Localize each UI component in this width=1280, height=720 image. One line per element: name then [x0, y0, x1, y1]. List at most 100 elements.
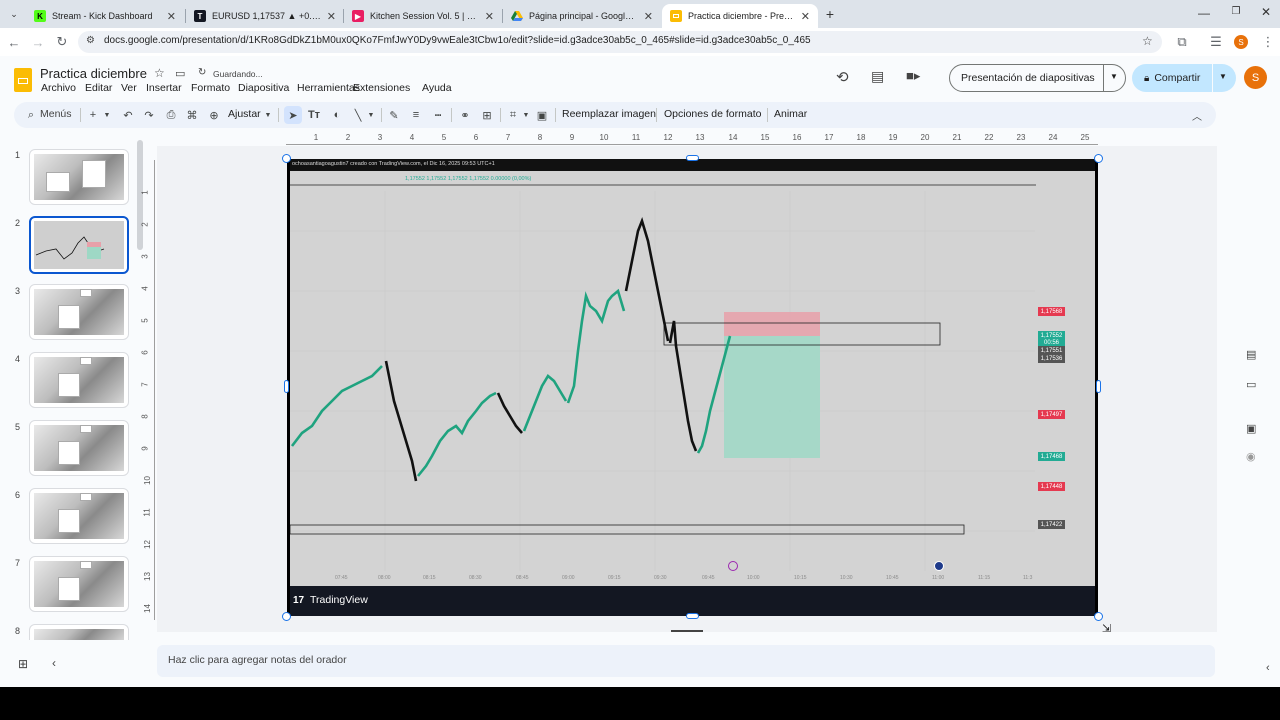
close-icon[interactable]: ✕: [801, 10, 810, 23]
chevron-down-icon[interactable]: ▼: [521, 106, 531, 124]
chevron-down-icon[interactable]: ▼: [263, 106, 273, 124]
paint-format-icon[interactable]: ⌘: [184, 106, 200, 124]
zoom-icon[interactable]: ⊕: [206, 106, 222, 124]
crop-icon[interactable]: ⌗: [505, 106, 521, 124]
border-weight-icon[interactable]: ≡: [408, 106, 424, 124]
browser-tab-slides[interactable]: Practica diciembre - Presentac ✕: [662, 4, 818, 28]
speaker-notes-field[interactable]: Haz clic para agregar notas del orador: [157, 645, 1215, 677]
restore-window-button[interactable]: ❐: [1228, 6, 1244, 22]
text-box-icon[interactable]: Tт: [306, 106, 322, 124]
google-slides-logo[interactable]: [14, 68, 32, 92]
close-icon[interactable]: ✕: [644, 10, 653, 23]
slide-thumbnail[interactable]: [29, 149, 129, 205]
slide-thumbnail[interactable]: [29, 556, 129, 612]
notes-resize-handle[interactable]: [671, 630, 703, 632]
print-icon[interactable]: ⎙: [163, 106, 179, 124]
close-icon[interactable]: ✕: [167, 10, 176, 23]
tab-search-button[interactable]: ⌄: [6, 6, 22, 22]
browser-tab-drive[interactable]: Página principal - Google Drive ✕: [503, 4, 661, 28]
undo-icon[interactable]: ↶: [120, 106, 136, 124]
grid-view-icon[interactable]: ⊞: [18, 657, 28, 671]
chart-screenshot-image[interactable]: 1,17552 1,17552 1,17552 1,17552 0.00000 …: [290, 171, 1095, 586]
bookmark-star-icon[interactable]: ☆: [1142, 34, 1153, 48]
keep-notes-icon[interactable]: ▤: [1246, 348, 1256, 361]
vertical-ruler[interactable]: 1 2 3 4 5 6 7 8 9 10 11 12 13 14: [141, 160, 155, 620]
slide-thumbnail[interactable]: [29, 624, 129, 640]
new-tab-button[interactable]: +: [822, 6, 838, 22]
menu-ayuda[interactable]: Ayuda: [422, 82, 452, 94]
slide-thumbnail[interactable]: [29, 284, 129, 340]
menu-archivo[interactable]: Archivo: [41, 82, 76, 94]
border-dash-icon[interactable]: ┅: [430, 106, 446, 124]
chevron-down-icon[interactable]: ▼: [1110, 72, 1118, 81]
version-history-icon[interactable]: ⟲: [836, 68, 849, 86]
browser-tab-kick[interactable]: K Stream - Kick Dashboard ✕: [26, 4, 184, 28]
border-color-icon[interactable]: ✎: [386, 106, 402, 124]
search-menus-icon[interactable]: ⌕: [24, 106, 38, 124]
menu-extensiones[interactable]: Extensiones: [353, 82, 410, 94]
resize-handle-bottom-right[interactable]: [1094, 612, 1103, 621]
menu-diapositiva[interactable]: Diapositiva: [238, 82, 289, 94]
back-arrow-icon[interactable]: ←: [4, 32, 24, 52]
collapse-filmstrip-icon[interactable]: ‹: [52, 656, 56, 670]
close-icon[interactable]: ✕: [327, 10, 336, 23]
horizontal-ruler[interactable]: 1 2 3 4 5 6 7 8 9 10 11 12 13 14 15 16 1…: [286, 133, 1098, 145]
replace-image-button[interactable]: Reemplazar imagen: [562, 108, 656, 120]
resize-handle-top[interactable]: [686, 155, 699, 161]
share-button[interactable]: 🔒︎ Compartir ▼: [1132, 64, 1236, 92]
document-title[interactable]: Practica diciembre: [40, 66, 147, 81]
resize-handle-right[interactable]: [1096, 380, 1101, 393]
shape-icon[interactable]: ◐: [329, 106, 345, 124]
move-folder-icon[interactable]: ▭: [175, 67, 185, 80]
resize-handle-bottom-left[interactable]: [282, 612, 291, 621]
slide-thumbnail[interactable]: [29, 420, 129, 476]
menu-insertar[interactable]: Insertar: [146, 82, 182, 94]
add-comment-icon[interactable]: ⊞: [479, 106, 495, 124]
resize-handle-top-left[interactable]: [282, 154, 291, 163]
browser-menu-icon[interactable]: ⋮: [1258, 32, 1278, 52]
animate-button[interactable]: Animar: [774, 108, 807, 120]
maps-icon[interactable]: ◉: [1246, 450, 1256, 463]
chevron-down-icon[interactable]: ▼: [366, 106, 376, 124]
browser-tab-tradingview[interactable]: T EURUSD 1,17537 ▲ +0.01% Sin ✕: [186, 4, 344, 28]
slideshow-button[interactable]: Presentación de diapositivas ▼: [949, 64, 1126, 92]
close-window-button[interactable]: ✕: [1258, 5, 1274, 21]
comments-icon[interactable]: ▤: [871, 68, 884, 85]
slide-thumbnail-selected[interactable]: [29, 216, 129, 274]
resize-handle-left[interactable]: [284, 380, 289, 393]
expand-side-panel-icon[interactable]: ‹: [1266, 662, 1270, 674]
site-info-icon[interactable]: ⚙: [86, 35, 95, 46]
chevron-down-icon[interactable]: ▼: [1219, 72, 1227, 81]
minimize-window-button[interactable]: —: [1196, 6, 1212, 22]
menu-editar[interactable]: Editar: [85, 82, 112, 94]
browser-tab-youtube[interactable]: ▶ Kitchen Session Vol. 5 | Fre ✕: [344, 4, 502, 28]
new-slide-icon[interactable]: +: [86, 106, 100, 124]
close-icon[interactable]: ✕: [485, 10, 494, 23]
resize-handle-top-right[interactable]: [1094, 154, 1103, 163]
folder-icon[interactable]: ▭: [1246, 378, 1256, 391]
forward-arrow-icon[interactable]: →: [28, 32, 48, 52]
slide-thumbnail[interactable]: [29, 352, 129, 408]
chevron-up-icon[interactable]: ︿: [1190, 106, 1204, 124]
select-cursor-icon[interactable]: ➤: [284, 106, 302, 124]
reading-list-icon[interactable]: ☰: [1206, 32, 1226, 52]
search-menus-label[interactable]: Menús: [40, 108, 72, 120]
reset-image-icon[interactable]: ▣: [534, 106, 550, 124]
zoom-select[interactable]: Ajustar: [228, 108, 261, 120]
slide-thumbnail[interactable]: [29, 488, 129, 544]
menu-ver[interactable]: Ver: [121, 82, 137, 94]
menu-herramientas[interactable]: Herramientas: [297, 82, 360, 94]
profile-avatar[interactable]: S: [1234, 35, 1248, 49]
star-icon[interactable]: ☆: [154, 66, 165, 80]
meet-camera-icon[interactable]: ■▸: [906, 68, 920, 84]
redo-icon[interactable]: ↷: [141, 106, 157, 124]
account-avatar[interactable]: S: [1244, 66, 1267, 89]
line-icon[interactable]: ╲: [350, 106, 366, 124]
resize-handle-bottom[interactable]: [686, 613, 699, 619]
reload-icon[interactable]: ↻: [52, 32, 72, 52]
menu-formato[interactable]: Formato: [191, 82, 230, 94]
tasks-icon[interactable]: ▣: [1246, 422, 1256, 435]
chevron-down-icon[interactable]: ▼: [102, 106, 112, 124]
extensions-icon[interactable]: ⧉: [1172, 32, 1192, 52]
insert-link-icon[interactable]: ⚭: [457, 106, 473, 124]
